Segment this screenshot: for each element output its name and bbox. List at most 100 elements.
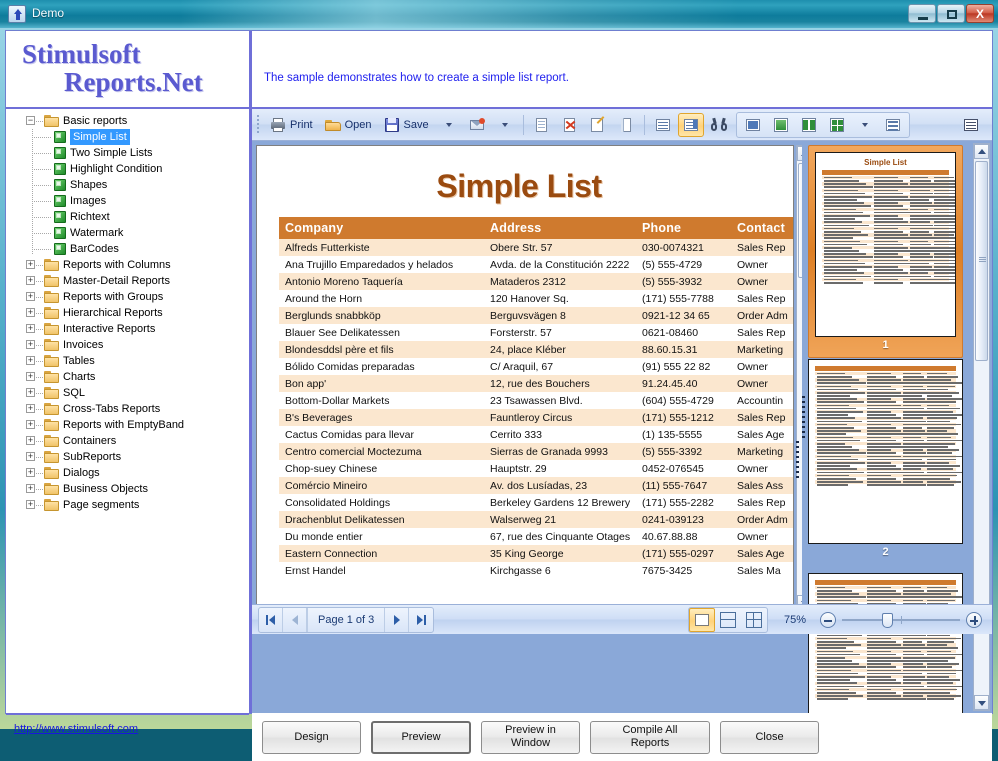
tree-item-watermark[interactable]: Watermark bbox=[6, 225, 249, 241]
design-button[interactable]: Design bbox=[262, 720, 361, 754]
expand-toggle-icon[interactable]: + bbox=[26, 340, 35, 349]
status-view-two-pages-button[interactable] bbox=[715, 608, 741, 632]
view-mode-group bbox=[735, 111, 910, 138]
last-page-button[interactable] bbox=[409, 608, 433, 632]
expand-toggle-icon[interactable]: + bbox=[26, 324, 35, 333]
tree-item-subreports[interactable]: + SubReports bbox=[6, 449, 249, 465]
thumbnail-page-2[interactable]: 2 bbox=[808, 359, 963, 558]
zoom-in-button[interactable] bbox=[966, 611, 982, 628]
tree-item-simple-list[interactable]: Simple List bbox=[6, 129, 249, 145]
close-button[interactable]: Close bbox=[720, 720, 819, 754]
zoom-out-button[interactable] bbox=[820, 611, 836, 628]
report-table-cell: Ana Trujillo Emparedados y helados bbox=[279, 256, 484, 273]
send-mail-button[interactable] bbox=[464, 113, 490, 137]
expand-toggle-icon[interactable]: + bbox=[26, 372, 35, 381]
close-window-button[interactable]: X bbox=[966, 4, 994, 23]
tree-item-invoices[interactable]: + Invoices bbox=[6, 337, 249, 353]
send-mail-dropdown-button[interactable] bbox=[492, 113, 518, 137]
thumb-scroll-down-icon[interactable] bbox=[974, 695, 989, 710]
toolbar-grip[interactable] bbox=[255, 114, 262, 135]
tree-item-business-objects[interactable]: + Business Objects bbox=[6, 481, 249, 497]
tree-item-page-segments[interactable]: + Page segments bbox=[6, 497, 249, 513]
tree-item-reports-with-emptyband[interactable]: + Reports with EmptyBand bbox=[6, 417, 249, 433]
next-page-button[interactable] bbox=[385, 607, 410, 632]
edit-page-button[interactable] bbox=[585, 113, 611, 137]
thumbnail-page-1[interactable]: Simple List 1 bbox=[808, 145, 963, 358]
maximize-button[interactable] bbox=[937, 4, 965, 23]
tree-item-hierarchical-reports[interactable]: + Hierarchical Reports bbox=[6, 305, 249, 321]
delete-page-button[interactable] bbox=[557, 113, 583, 137]
expand-toggle-icon[interactable]: + bbox=[26, 308, 35, 317]
view-multi-dropdown-button[interactable] bbox=[852, 113, 878, 137]
preview-in-window-button[interactable]: Preview in Window bbox=[481, 720, 580, 754]
status-view-single-page-button[interactable] bbox=[688, 607, 715, 632]
expand-toggle-icon[interactable]: + bbox=[26, 452, 35, 461]
tree-item-containers[interactable]: + Containers bbox=[6, 433, 249, 449]
thumbnail-scroll-thumb[interactable] bbox=[975, 161, 988, 361]
zoom-slider[interactable] bbox=[842, 612, 960, 628]
report-tree-panel[interactable]: − Basic reports Simple List Two Simple List… bbox=[6, 109, 249, 713]
page-setup-button[interactable] bbox=[613, 113, 639, 137]
tree-item-tables[interactable]: + Tables bbox=[6, 353, 249, 369]
open-button[interactable]: Open bbox=[320, 113, 377, 137]
compile-all-reports-button[interactable]: Compile All Reports bbox=[590, 720, 710, 754]
save-dropdown-button[interactable] bbox=[436, 113, 462, 137]
minimize-button[interactable] bbox=[908, 4, 936, 23]
expand-toggle-icon[interactable]: + bbox=[26, 356, 35, 365]
thumbnail-page-3[interactable] bbox=[808, 573, 963, 713]
print-button[interactable]: Print bbox=[265, 113, 318, 137]
report-table-cell: (171) 555-2282 bbox=[636, 494, 731, 511]
zoom-slider-knob[interactable] bbox=[882, 612, 893, 628]
tree-item-shapes[interactable]: Shapes bbox=[6, 177, 249, 193]
report-table-row: Berglunds snabbköp Berguvsvägen 8 0921-12 … bbox=[279, 307, 793, 324]
tree-item-interactive-reports[interactable]: + Interactive Reports bbox=[6, 321, 249, 337]
website-link[interactable]: http://www.stimulsoft.com bbox=[14, 723, 138, 735]
report-table-cell: Blauer See Delikatessen bbox=[279, 324, 484, 341]
tree-item-reports-with-columns[interactable]: + Reports with Columns bbox=[6, 257, 249, 273]
expand-toggle-icon[interactable]: + bbox=[26, 468, 35, 477]
tree-item-richtext[interactable]: Richtext bbox=[6, 209, 249, 225]
tree-item-highlight-condition[interactable]: Highlight Condition bbox=[6, 161, 249, 177]
expand-toggle-icon[interactable]: + bbox=[26, 260, 35, 269]
expand-toggle-icon[interactable]: + bbox=[26, 276, 35, 285]
previous-page-button[interactable] bbox=[283, 607, 307, 632]
view-two-page-button[interactable] bbox=[796, 113, 822, 137]
expand-toggle-icon[interactable]: + bbox=[26, 436, 35, 445]
bookmarks-button[interactable] bbox=[650, 113, 676, 137]
expand-toggle-icon[interactable]: + bbox=[26, 292, 35, 301]
status-view-multiple-pages-button[interactable] bbox=[741, 608, 767, 632]
chevron-down-icon bbox=[445, 122, 452, 127]
first-page-button[interactable] bbox=[259, 607, 283, 632]
expand-toggle-icon[interactable]: + bbox=[26, 388, 35, 397]
tree-item-images[interactable]: Images bbox=[6, 193, 249, 209]
view-single-page-button[interactable] bbox=[740, 113, 766, 137]
tree-item-dialogs[interactable]: + Dialogs bbox=[6, 465, 249, 481]
expand-toggle-icon[interactable]: + bbox=[26, 500, 35, 509]
tree-item-barcodes[interactable]: BarCodes bbox=[6, 241, 249, 257]
find-button[interactable] bbox=[706, 113, 732, 137]
parameters-button[interactable] bbox=[958, 113, 984, 137]
tree-item-basic-reports[interactable]: − Basic reports bbox=[6, 113, 249, 129]
view-multi-page-button[interactable] bbox=[824, 113, 850, 137]
collapse-toggle-icon[interactable]: − bbox=[26, 116, 35, 125]
thumbnails-button[interactable] bbox=[677, 112, 704, 137]
preview-button[interactable]: Preview bbox=[371, 720, 471, 754]
page-fit-button[interactable] bbox=[880, 113, 906, 137]
tree-item-master-detail-reports[interactable]: + Master-Detail Reports bbox=[6, 273, 249, 289]
tree-item-charts[interactable]: + Charts bbox=[6, 369, 249, 385]
new-page-button[interactable] bbox=[529, 113, 555, 137]
report-table-cell: 0621-08460 bbox=[636, 324, 731, 341]
tree-item-reports-with-groups[interactable]: + Reports with Groups bbox=[6, 289, 249, 305]
expand-toggle-icon[interactable]: + bbox=[26, 484, 35, 493]
report-table-cell: 35 King George bbox=[484, 545, 636, 562]
document-viewport[interactable]: Simple List Company Address Phone Contact A… bbox=[256, 145, 794, 611]
save-button[interactable]: Save bbox=[379, 113, 434, 137]
expand-toggle-icon[interactable]: + bbox=[26, 420, 35, 429]
tree-item-cross-tabs-reports[interactable]: + Cross-Tabs Reports bbox=[6, 401, 249, 417]
report-table-cell: Hauptstr. 29 bbox=[484, 460, 636, 477]
expand-toggle-icon[interactable]: + bbox=[26, 404, 35, 413]
tree-item-sql[interactable]: + SQL bbox=[6, 385, 249, 401]
view-continuous-button[interactable] bbox=[768, 113, 794, 137]
thumb-scroll-up-icon[interactable] bbox=[974, 144, 989, 159]
tree-item-two-simple-lists[interactable]: Two Simple Lists bbox=[6, 145, 249, 161]
